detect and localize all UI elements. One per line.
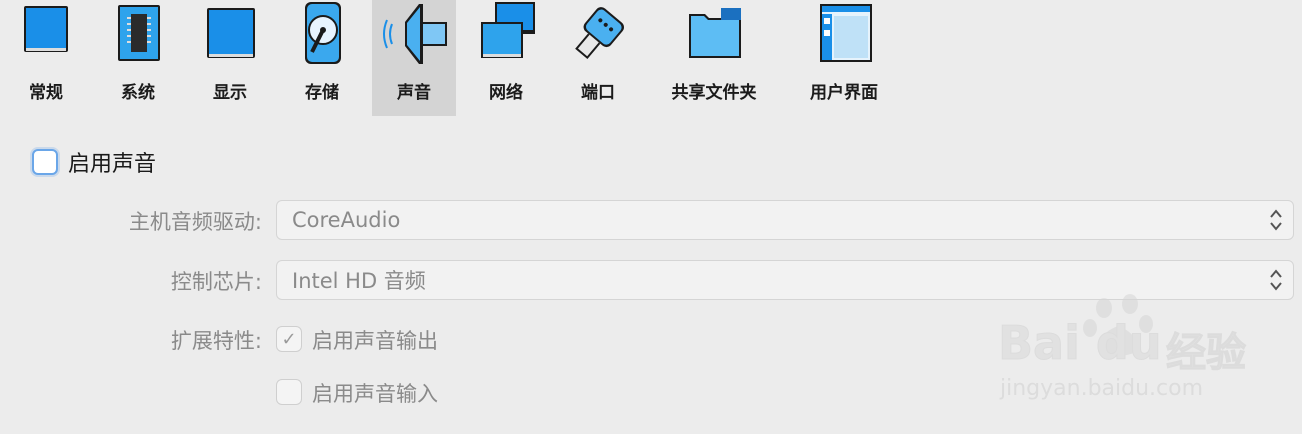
baidu-watermark: Bai du 经验 jingyan.baidu.com — [998, 290, 1288, 410]
host-driver-value: CoreAudio — [292, 208, 401, 232]
tab-display-label: 显示 — [213, 83, 247, 103]
watermark-brand-cn: 经验 — [1166, 330, 1247, 377]
speaker-icon — [379, 0, 449, 68]
chevron-updown-icon — [1270, 209, 1282, 231]
tab-storage-label: 存储 — [305, 83, 339, 103]
controller-label: 控制芯片: — [170, 270, 262, 294]
tab-general[interactable]: 常规 — [0, 0, 92, 116]
tab-network[interactable]: 网络 — [460, 0, 552, 116]
tab-ports[interactable]: 端口 — [552, 0, 644, 116]
tab-general-label: 常规 — [29, 83, 63, 103]
enable-output-label: 启用声音输出 — [312, 329, 438, 353]
host-driver-select[interactable]: CoreAudio — [276, 200, 1294, 240]
tab-audio-label: 声音 — [397, 83, 431, 103]
tab-system-label: 系统 — [121, 83, 155, 103]
tab-user-interface[interactable]: 用户界面 — [796, 0, 892, 116]
serial-port-icon — [563, 0, 633, 68]
extended-features-label: 扩展特性: — [170, 329, 262, 353]
shared-folder-icon — [679, 0, 749, 68]
enable-audio-row: 启用声音 — [32, 146, 156, 178]
general-icon — [11, 0, 81, 68]
checkmark-icon: ✓ — [281, 328, 297, 350]
chevron-updown-icon — [1270, 269, 1282, 291]
tab-display[interactable]: 显示 — [184, 0, 276, 116]
controller-value: Intel HD 音频 — [292, 269, 426, 293]
enable-audio-checkbox[interactable] — [32, 149, 58, 175]
tab-ports-label: 端口 — [581, 83, 615, 103]
settings-toolbar: 常规 系统 显示 存储 声音 网络 端口 共享文件夹 用户界面 — [0, 0, 1302, 116]
user-interface-icon — [809, 0, 879, 68]
tab-shared-folders[interactable]: 共享文件夹 — [658, 0, 770, 116]
tab-system[interactable]: 系统 — [92, 0, 184, 116]
watermark-url: jingyan.baidu.com — [1000, 376, 1204, 401]
watermark-brand: Bai du — [998, 316, 1163, 371]
enable-input-label: 启用声音输入 — [312, 382, 438, 406]
tab-user-interface-label: 用户界面 — [810, 83, 878, 103]
system-chip-icon — [103, 0, 173, 68]
storage-disk-icon — [287, 0, 357, 68]
enable-audio-label: 启用声音 — [68, 152, 157, 177]
display-icon — [195, 0, 265, 68]
tab-shared-folders-label: 共享文件夹 — [671, 83, 757, 103]
tab-network-label: 网络 — [489, 83, 523, 103]
network-icon — [471, 0, 541, 68]
enable-input-checkbox[interactable] — [276, 379, 302, 405]
tab-storage[interactable]: 存储 — [276, 0, 368, 116]
host-driver-label: 主机音频驱动: — [128, 210, 262, 234]
enable-output-checkbox[interactable]: ✓ — [276, 326, 302, 352]
tab-audio[interactable]: 声音 — [372, 0, 456, 116]
